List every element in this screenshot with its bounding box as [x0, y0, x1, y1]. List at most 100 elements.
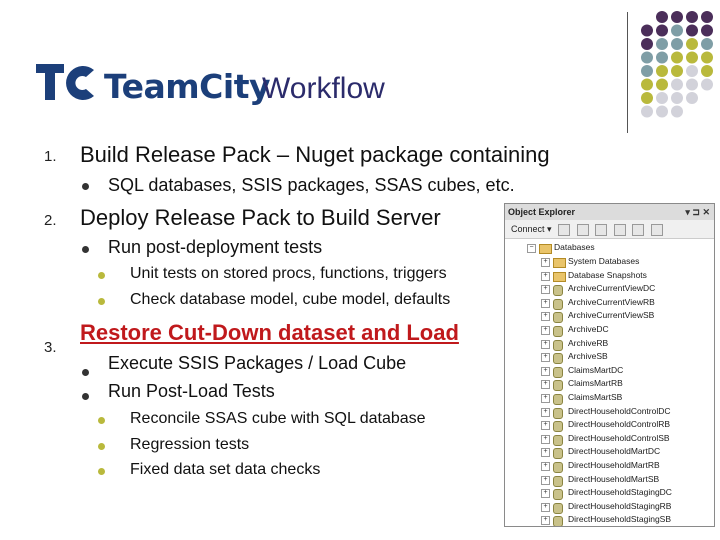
- expand-icon[interactable]: +: [541, 421, 550, 431]
- outline-item: Build Release Pack – Nuget package conta…: [80, 142, 550, 167]
- expand-icon[interactable]: +: [541, 366, 550, 376]
- tree-node-label: ArchiveCurrentViewRB: [568, 296, 655, 307]
- connect-button[interactable]: Connect ▾: [511, 224, 552, 234]
- dot: [641, 105, 653, 118]
- expand-icon[interactable]: +: [541, 407, 550, 417]
- dot: [686, 92, 698, 104]
- bullet-icon: [98, 272, 105, 279]
- expand-icon[interactable]: +: [541, 434, 550, 444]
- tree-node-label: DirectHouseholdControlRB: [568, 419, 671, 430]
- tree-node-label: ClaimsMartDC: [568, 364, 624, 375]
- expand-icon[interactable]: +: [541, 339, 550, 349]
- expand-icon[interactable]: +: [541, 285, 550, 295]
- database-icon: [553, 475, 563, 487]
- database-icon: [553, 516, 563, 526]
- tree-node-label: DirectHouseholdStagingRB: [568, 500, 672, 511]
- dot: [656, 51, 668, 64]
- database-icon: [553, 502, 563, 514]
- expand-icon[interactable]: +: [541, 353, 550, 363]
- toolbar-stop-icon[interactable]: [595, 223, 608, 236]
- tree-node-label: ArchiveRB: [568, 337, 609, 348]
- expand-icon[interactable]: +: [541, 312, 550, 322]
- bullet-icon: [98, 443, 105, 450]
- bullet-icon: [82, 369, 89, 376]
- outline-subsubitem: Regression tests: [130, 436, 250, 453]
- dot: [701, 51, 713, 64]
- dot: [641, 38, 653, 50]
- expand-icon[interactable]: +: [541, 298, 550, 308]
- dot: [686, 38, 698, 50]
- tree-node-label: DirectHouseholdStagingSB: [568, 514, 672, 525]
- expand-icon[interactable]: +: [541, 271, 550, 281]
- tree-node-label: DirectHouseholdControlDC: [568, 405, 671, 416]
- dot: [701, 78, 713, 91]
- database-icon: [553, 339, 563, 351]
- expand-icon[interactable]: +: [541, 448, 550, 458]
- database-icon: [553, 394, 563, 405]
- expand-icon[interactable]: +: [541, 258, 550, 267]
- page-title: Workflow: [262, 72, 385, 105]
- expand-icon[interactable]: +: [541, 475, 550, 485]
- logo-text: TeamCity: [104, 67, 270, 106]
- database-icon: [553, 407, 563, 419]
- panel-controls-icon[interactable]: ▾ ⊐ ✕: [685, 204, 710, 220]
- dot: [641, 65, 653, 77]
- folder-icon: [553, 258, 566, 268]
- expand-icon[interactable]: +: [541, 502, 550, 512]
- outline-subsubitem: Unit tests on stored procs, functions, t…: [130, 265, 447, 282]
- expand-icon[interactable]: +: [541, 462, 550, 471]
- decorative-dots-icon: [641, 11, 713, 118]
- dot: [686, 24, 698, 37]
- toolbar-sync-icon[interactable]: [650, 223, 663, 236]
- database-icon: [553, 380, 563, 392]
- tree-node-label: DirectHouseholdControlSB: [568, 432, 670, 443]
- bullet-icon: [82, 246, 89, 253]
- tree-node-label: Database Snapshots: [568, 269, 647, 280]
- toolbar-connect-icon[interactable]: [558, 223, 571, 236]
- object-explorer-titlebar: Object Explorer ▾ ⊐ ✕: [505, 204, 714, 220]
- dot: [656, 78, 668, 91]
- collapse-icon[interactable]: −: [527, 244, 536, 253]
- dot: [671, 78, 683, 91]
- dot: [656, 92, 668, 104]
- toolbar-disconnect-icon[interactable]: [576, 223, 589, 236]
- expand-icon[interactable]: +: [541, 380, 550, 390]
- expand-icon[interactable]: +: [541, 516, 550, 526]
- outline-subitem: Run post-deployment tests: [108, 237, 323, 257]
- database-icon: [553, 421, 563, 433]
- dot: [656, 105, 668, 118]
- tree-node-label: DirectHouseholdStagingDC: [568, 487, 672, 498]
- dot: [641, 92, 653, 104]
- bullet-icon: [98, 417, 105, 424]
- dot: [641, 51, 653, 64]
- expand-icon[interactable]: +: [541, 489, 550, 499]
- tree-node-label: DirectHouseholdMartSB: [568, 473, 660, 484]
- item-number: 2.: [44, 212, 57, 229]
- database-icon: [553, 448, 563, 460]
- database-icon: [553, 462, 563, 473]
- expand-icon[interactable]: +: [541, 326, 550, 335]
- dot: [656, 65, 668, 77]
- outline-item-highlighted: Restore Cut-Down dataset and Load: [80, 320, 459, 345]
- expand-icon[interactable]: +: [541, 394, 550, 403]
- bullet-icon: [82, 393, 89, 400]
- toolbar-filter-icon[interactable]: [613, 223, 626, 236]
- dot: [686, 65, 698, 77]
- dot: [671, 92, 683, 104]
- dot: [671, 38, 683, 50]
- object-explorer-panel: Object Explorer ▾ ⊐ ✕ Connect ▾ − Databa…: [504, 203, 715, 527]
- folder-icon: [553, 271, 566, 282]
- item-number: 3.: [44, 339, 57, 356]
- dot: [701, 24, 713, 37]
- dot: [701, 38, 713, 50]
- dot: [671, 24, 683, 37]
- dot: [701, 11, 713, 23]
- database-icon: [553, 312, 563, 324]
- dot: [671, 65, 683, 77]
- toolbar-refresh-icon[interactable]: [632, 223, 645, 236]
- bullet-icon: [98, 298, 105, 305]
- dot: [686, 51, 698, 64]
- item-number: 1.: [44, 148, 57, 165]
- dot: [656, 38, 668, 50]
- outline-subitem: SQL databases, SSIS packages, SSAS cubes…: [108, 175, 515, 195]
